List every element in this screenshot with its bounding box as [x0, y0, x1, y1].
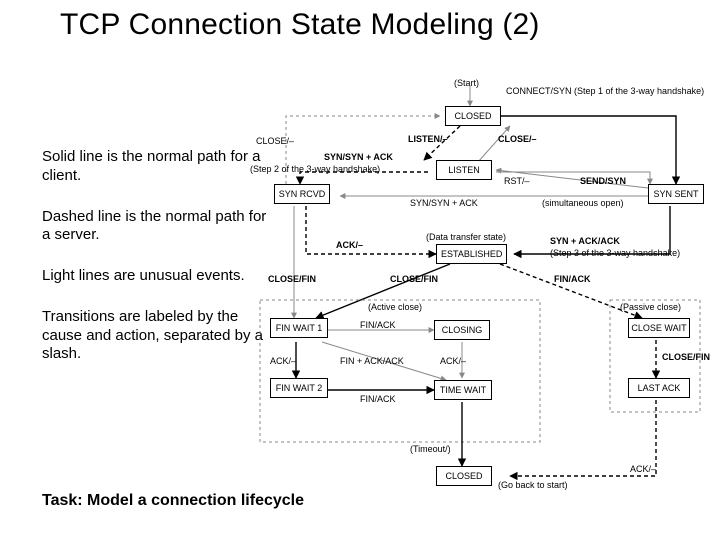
label-fin-ack: FIN/ACK	[360, 320, 396, 330]
state-diagram: CLOSED LISTEN SYN RCVD SYN SENT ESTABLIS…	[250, 80, 710, 500]
note-client-path: Solid line is the normal path for a clie…	[42, 148, 272, 186]
label-fin-ack-r: FIN/ACK	[554, 274, 591, 284]
notes-block: Solid line is the normal path for a clie…	[42, 148, 272, 386]
label-send-syn: SEND/SYN	[580, 176, 626, 186]
label-simult-open: (simultaneous open)	[542, 198, 624, 208]
label-ack-dash: ACK/–	[336, 240, 363, 250]
label-close-fin-m: CLOSE/FIN	[390, 274, 438, 284]
label-data-state: (Data transfer state)	[426, 232, 506, 242]
label-close-left: CLOSE/–	[256, 136, 294, 146]
label-connect-syn: CONNECT/SYN (Step 1 of the 3-way handsha…	[506, 86, 704, 96]
label-ack-dash-br: ACK/–	[630, 464, 656, 474]
label-rst: RST/–	[504, 176, 530, 186]
state-closing: CLOSING	[434, 320, 490, 340]
label-syn-synack-mid: SYN/SYN + ACK	[410, 198, 478, 208]
label-active-close: (Active close)	[368, 302, 422, 312]
label-close-top: CLOSE/–	[498, 134, 537, 144]
label-ack-dash-m: ACK/–	[440, 356, 466, 366]
label-fin-ack-b: FIN/ACK	[360, 394, 396, 404]
label-step3: (Step 3 of the 3-way handshake)	[550, 248, 680, 258]
state-established: ESTABLISHED	[436, 244, 507, 264]
state-syn-sent: SYN SENT	[648, 184, 704, 204]
state-time-wait: TIME WAIT	[434, 380, 492, 400]
state-listen: LISTEN	[436, 160, 492, 180]
page-title: TCP Connection State Modeling (2)	[60, 8, 540, 42]
label-start: (Start)	[454, 78, 479, 88]
label-step2: (Step 2 of the 3-way handshake)	[250, 164, 380, 174]
state-last-ack: LAST ACK	[628, 378, 690, 398]
label-passive-close: (Passive close)	[620, 302, 681, 312]
label-timeout: (Timeout/)	[410, 444, 451, 454]
label-listen-dash: LISTEN/–	[408, 134, 448, 144]
label-close-fin-l: CLOSE/FIN	[268, 274, 316, 284]
label-syn-ack-ack: SYN + ACK/ACK	[550, 236, 620, 246]
state-fin-wait-1: FIN WAIT 1	[270, 318, 328, 338]
state-close-wait: CLOSE WAIT	[628, 318, 690, 338]
state-syn-rcvd: SYN RCVD	[274, 184, 330, 204]
state-fin-wait-2: FIN WAIT 2	[270, 378, 328, 398]
label-ack-dash-l: ACK/–	[270, 356, 296, 366]
label-fin-ack-ack: FIN + ACK/ACK	[340, 356, 404, 366]
note-server-path: Dashed line is the normal path for a ser…	[42, 208, 272, 246]
state-closed: CLOSED	[445, 106, 501, 126]
label-close-fin-r: CLOSE/FIN	[662, 352, 710, 362]
state-closed-bottom: CLOSED	[436, 466, 492, 486]
note-unusual: Light lines are unusual events.	[42, 267, 272, 286]
label-syn-synack: SYN/SYN + ACK	[324, 152, 393, 162]
label-go-back: (Go back to start)	[498, 480, 568, 490]
note-transitions: Transitions are labeled by the cause and…	[42, 308, 272, 364]
